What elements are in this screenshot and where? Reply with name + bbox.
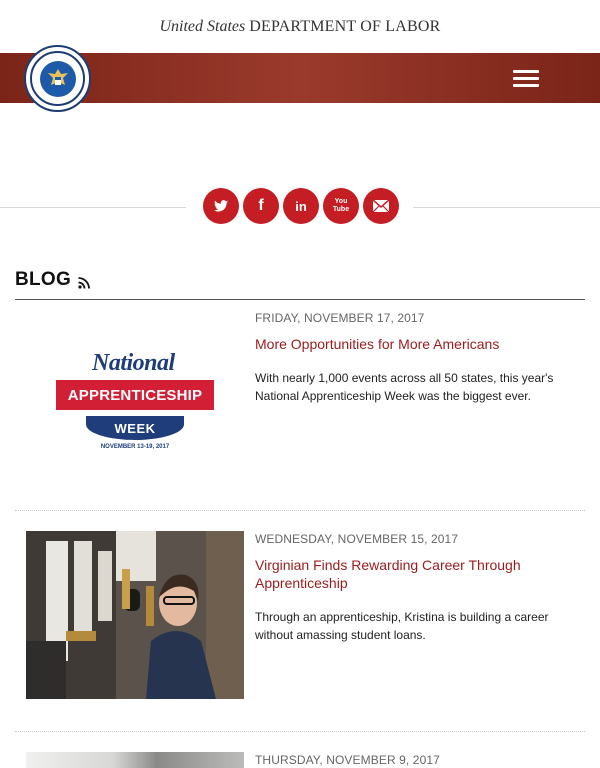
facebook-icon[interactable]: f [243, 188, 279, 224]
national-apprenticeship-week-image[interactable]: National APPRENTICESHIP WEEK NOVEMBER 13… [26, 320, 244, 488]
agency-name: DEPARTMENT OF LABOR [249, 17, 441, 35]
post-photo[interactable] [26, 752, 244, 768]
photo-scene [26, 531, 244, 699]
nae-apprenticeship-text: APPRENTICESHIP [67, 386, 203, 404]
post-excerpt: With nearly 1,000 events across all 50 s… [255, 371, 554, 403]
post-text: FRIDAY, NOVEMBER 17, 2017 More Opportuni… [255, 310, 575, 405]
nae-week-banner: WEEK [86, 416, 184, 440]
nae-dates: NOVEMBER 13-19, 2017 [100, 444, 170, 450]
linkedin-glyph: in [295, 198, 307, 214]
blog-post: National APPRENTICESHIP WEEK NOVEMBER 13… [15, 310, 585, 500]
post-divider [15, 510, 585, 511]
menu-bar [513, 69, 539, 73]
youtube-glyph: You Tube [332, 198, 350, 213]
nae-week-text: WEEK [114, 420, 156, 436]
social-links: f in You Tube [203, 188, 399, 224]
divider-right [413, 207, 600, 208]
divider-left [0, 207, 186, 208]
post-excerpt: Through an apprenticeship, Kristina is b… [255, 610, 549, 642]
post-title-link[interactable]: More Opportunities for More Americans [255, 335, 575, 353]
email-icon[interactable] [363, 188, 399, 224]
blog-title: BLOG [15, 269, 72, 290]
agency-prefix: United States [159, 17, 246, 35]
rss-icon[interactable] [78, 277, 90, 289]
seal-ring [30, 51, 85, 106]
twitter-icon[interactable] [203, 188, 239, 224]
menu-bar [513, 76, 539, 80]
post-text: WEDNESDAY, NOVEMBER 15, 2017 Virginian F… [255, 531, 575, 644]
post-text: THURSDAY, NOVEMBER 9, 2017 [255, 752, 575, 768]
nae-ribbon: APPRENTICESHIP [48, 380, 222, 416]
post-divider [15, 731, 585, 732]
agency-title: United States DEPARTMENT OF LABOR [0, 0, 600, 53]
post-date: WEDNESDAY, NOVEMBER 15, 2017 [255, 532, 459, 546]
blog-post: THURSDAY, NOVEMBER 9, 2017 [15, 752, 585, 768]
post-date: THURSDAY, NOVEMBER 9, 2017 [255, 753, 440, 767]
youtube-icon[interactable]: You Tube [323, 188, 359, 224]
linkedin-icon[interactable]: in [283, 188, 319, 224]
blog-post: WEDNESDAY, NOVEMBER 15, 2017 Virginian F… [15, 531, 585, 721]
post-title-link[interactable]: Virginian Finds Rewarding Career Through… [255, 556, 575, 592]
blog-heading: BLOG [15, 268, 585, 300]
facebook-glyph: f [258, 197, 264, 214]
dol-seal-logo[interactable] [24, 45, 91, 112]
seal-eagle-icon [39, 60, 76, 97]
hamburger-menu-icon[interactable] [510, 65, 542, 91]
nae-national-text: National [92, 350, 175, 376]
post-date: FRIDAY, NOVEMBER 17, 2017 [255, 311, 425, 325]
apprentice-photo[interactable] [26, 531, 244, 699]
menu-bar [513, 83, 539, 87]
